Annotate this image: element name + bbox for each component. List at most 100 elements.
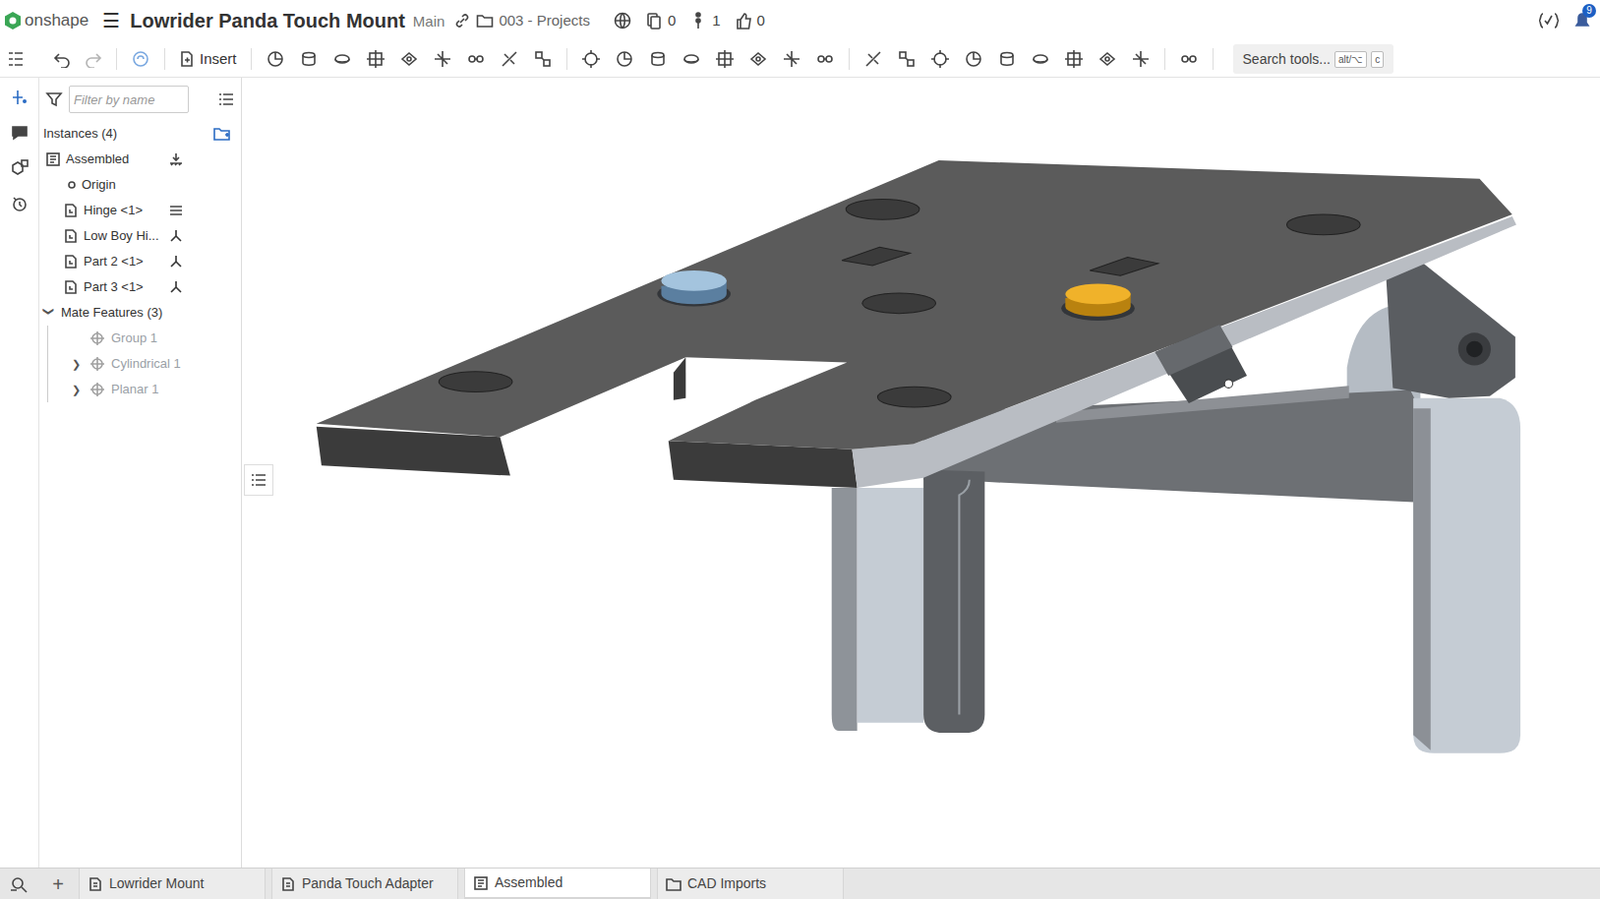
likes-count[interactable]: 0 [734,9,766,33]
link-icon[interactable] [454,12,471,29]
mate-connector-icon[interactable] [9,87,30,108]
part-icon[interactable] [62,279,79,296]
revolve-icon[interactable] [332,49,353,69]
logo[interactable]: onshape [3,7,89,34]
viewport[interactable] [241,77,1600,868]
onshape-logo-icon[interactable] [3,10,22,31]
constraint-icon[interactable] [168,151,184,168]
document-tab[interactable]: CAD Imports [656,868,844,899]
planar-icon[interactable] [997,49,1017,69]
tab-label: Panda Touch Adapter [301,873,434,894]
instance-row[interactable]: Part 3 <1> [39,274,241,300]
shell-icon[interactable] [614,49,635,69]
mate-icon[interactable] [89,355,106,372]
slider-icon[interactable] [963,49,984,69]
chevron-icon[interactable]: ❯ [71,381,84,399]
menu-button[interactable]: ☰ [102,10,120,31]
chevron-icon[interactable]: ❯ [71,355,84,373]
tab-manager-icon[interactable] [9,875,30,893]
chamfer-icon[interactable] [499,49,520,69]
document-tab[interactable]: Panda Touch Adapter [271,868,459,899]
thicken-icon[interactable] [432,49,453,69]
model-render[interactable] [241,77,1600,868]
list-icon[interactable] [249,471,268,489]
pin-slot-icon[interactable] [1064,49,1084,69]
fillet-icon[interactable] [466,49,486,69]
origin-icon[interactable] [66,179,77,190]
hole-icon[interactable] [648,49,668,69]
sweep-icon[interactable] [365,49,386,69]
fastened-icon[interactable] [896,49,917,69]
mates-header[interactable]: ❯Mate Features (3) [39,299,241,326]
likes-icon[interactable] [734,11,753,30]
ball-icon[interactable] [1097,49,1118,69]
constraint-icon[interactable] [168,202,184,219]
add-folder-icon[interactable] [213,125,234,142]
versions-icon[interactable] [689,11,708,30]
document-tab[interactable]: Lowrider Mount [78,868,266,899]
draft-icon[interactable] [533,49,553,69]
search-tools[interactable]: Search tools...alt/⌥c [1233,44,1395,74]
filter-input[interactable] [68,85,189,114]
redo-icon[interactable] [84,50,103,68]
instance-row[interactable]: Part 2 <1> [39,248,241,275]
chevron-icon[interactable]: ❯ [41,306,59,319]
boolean-icon[interactable] [681,49,702,69]
globe-icon[interactable] [613,11,632,30]
instance-row[interactable]: Low Boy Hi... [39,223,241,249]
copies-count[interactable]: 0 [645,9,676,33]
transform-icon[interactable] [748,49,769,69]
document-tab[interactable]: Assembled [464,868,652,899]
split-icon[interactable] [714,49,735,69]
mate-row[interactable]: ❯Planar 1 [47,376,241,403]
versions-count[interactable]: 1 [689,9,720,33]
document-title[interactable]: Lowrider Panda Touch Mount [129,5,406,36]
mate-row[interactable]: Group 1 [47,325,241,352]
feature-list-icon[interactable] [5,49,26,69]
mate-row[interactable]: ❯Cylindrical 1 [47,351,241,377]
mate-icon[interactable] [89,330,106,347]
constraint-icon[interactable] [168,228,184,244]
parts-icon[interactable] [9,158,30,178]
filter-icon[interactable] [45,90,63,109]
part-icon[interactable] [62,253,79,270]
update-icon[interactable] [130,49,151,69]
partstudio-tab-icon[interactable] [280,876,297,892]
loft-icon[interactable] [399,49,419,69]
parallel-icon[interactable] [1130,49,1151,69]
constraint-icon[interactable] [168,279,184,296]
list-view-icon[interactable] [217,90,236,109]
extrude-icon[interactable] [298,49,319,69]
pattern-icon[interactable] [781,49,802,69]
mirror-icon[interactable] [815,49,835,69]
instance-row[interactable]: Origin [39,172,241,198]
instance-row[interactable]: Hinge <1> [39,197,241,224]
sketch-icon[interactable] [265,49,286,69]
insert-button[interactable]: Insert [178,48,238,71]
instance-row[interactable]: Assembled [39,146,241,173]
variables-icon[interactable] [1537,10,1561,31]
insert-icon[interactable] [178,50,195,68]
assembly-tab-icon[interactable] [473,875,489,891]
tangent-icon[interactable] [1179,49,1199,69]
partstudio-tab-icon[interactable] [87,876,104,892]
rib-icon[interactable] [581,49,601,69]
history-icon[interactable] [9,193,30,214]
assembly-icon[interactable] [45,151,61,168]
add-tab-button[interactable]: + [43,868,73,899]
comments-icon[interactable] [9,122,30,143]
mate-icon[interactable] [863,49,884,69]
folder-link[interactable]: 003 - Projects [498,9,591,33]
revolute-icon[interactable] [930,49,950,69]
branch-label[interactable]: Main [413,10,446,34]
constraint-icon[interactable] [168,253,184,270]
cylindrical-icon[interactable] [1030,49,1051,69]
panel-toggle[interactable] [243,464,274,496]
undo-icon[interactable] [53,50,71,68]
mate-icon[interactable] [89,381,106,398]
part-icon[interactable] [62,228,79,244]
folder-icon[interactable] [475,12,494,29]
copies-icon[interactable] [645,11,663,30]
folder-tab-icon[interactable] [665,876,682,892]
part-icon[interactable] [62,202,79,219]
